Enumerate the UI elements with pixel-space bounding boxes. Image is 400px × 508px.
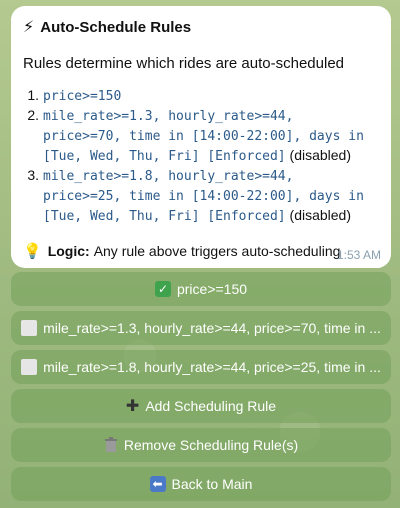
checkmark-icon: ✓: [154, 281, 171, 297]
plus-icon: ✚: [125, 398, 140, 415]
inline-keyboard: ✓ price>=150 mile_rate>=1.3, hourly_rate…: [11, 272, 391, 506]
remove-rules-button[interactable]: Remove Scheduling Rule(s): [11, 428, 391, 462]
logic-line: 💡 Logic: Any rule above triggers auto-sc…: [23, 243, 341, 260]
back-to-main-button[interactable]: ⬅ Back to Main: [11, 467, 391, 501]
trash-icon: [104, 437, 117, 452]
rule-toggle-button-2[interactable]: mile_rate>=1.3, hourly_rate>=44, price>=…: [11, 311, 391, 345]
message-subtitle: Rules determine which rides are auto-sch…: [23, 55, 345, 72]
empty-box-icon: [21, 359, 38, 375]
rule-status: (disabled): [289, 147, 352, 163]
add-rule-button[interactable]: ✚ Add Scheduling Rule: [11, 389, 391, 423]
rule-item: 1. price>=150: [27, 87, 122, 104]
message-bubble: ⚡ Auto-Schedule Rules Rules determine wh…: [11, 6, 391, 268]
rule-code: price>=150: [43, 89, 122, 104]
rule-toggle-button-1[interactable]: ✓ price>=150: [11, 272, 391, 306]
lightbulb-icon: 💡: [23, 243, 42, 260]
rule-item: 3. mile_rate>=1.8, hourly_rate>=44, pric…: [27, 167, 364, 224]
message-timestamp: 1:53 AM: [336, 248, 381, 262]
rules-list: 1. price>=150 2. mile_rate>=1.3, hourly_…: [23, 86, 379, 226]
lightning-icon: ⚡: [23, 19, 35, 36]
rule-status: (disabled): [289, 207, 352, 223]
message-title: ⚡ Auto-Schedule Rules: [23, 18, 192, 37]
empty-box-icon: [21, 320, 38, 336]
back-arrow-icon: ⬅: [149, 476, 166, 492]
rule-toggle-button-3[interactable]: mile_rate>=1.8, hourly_rate>=44, price>=…: [11, 350, 391, 384]
rule-item: 2. mile_rate>=1.3, hourly_rate>=44, pric…: [27, 107, 364, 164]
